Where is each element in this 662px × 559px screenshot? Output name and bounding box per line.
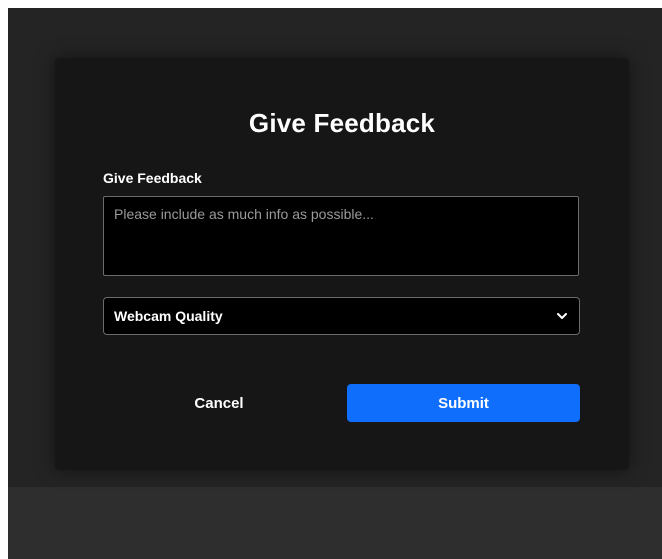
cancel-button[interactable]: Cancel xyxy=(151,384,287,422)
feedback-field-label: Give Feedback xyxy=(103,170,202,186)
submit-button[interactable]: Submit xyxy=(347,384,580,422)
feedback-textarea[interactable] xyxy=(103,196,579,276)
app-background: Give Feedback Give Feedback Webcam Quali… xyxy=(8,8,662,559)
chevron-down-icon xyxy=(555,309,569,323)
selected-category: Webcam Quality xyxy=(114,308,223,324)
modal-title: Give Feedback xyxy=(248,108,436,138)
feedback-modal: Give Feedback Give Feedback Webcam Quali… xyxy=(55,58,629,470)
background-footer-band xyxy=(8,487,662,559)
feedback-category-select[interactable]: Webcam Quality xyxy=(103,297,580,335)
